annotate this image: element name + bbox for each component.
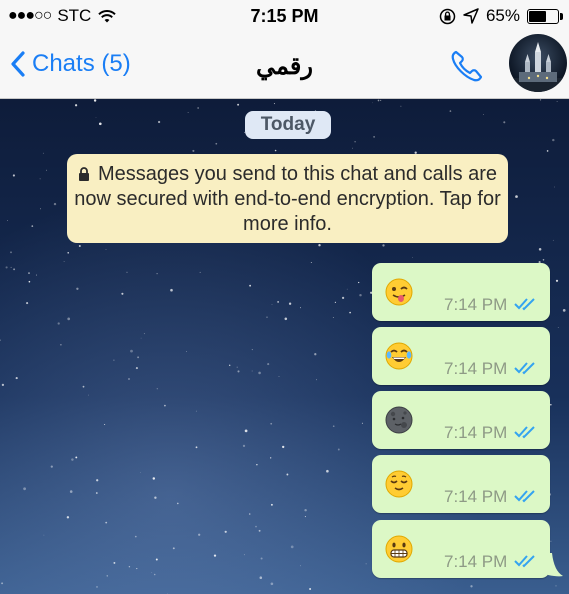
location-arrow-icon [463,8,479,24]
winking-face-tongue-emoji [385,278,413,306]
date-divider: Today [245,111,331,139]
encryption-notice[interactable]: Messages you send to this chat and calls… [67,154,508,243]
message-time: 7:14 PM [444,552,508,571]
lock-icon [78,167,89,181]
contact-avatar[interactable] [509,34,567,92]
battery-percent: 65% [485,6,520,25]
back-button-label: Chats (5) [32,50,131,77]
chat-header: Chats (5) رقمي [0,34,569,99]
read-receipt-icon [514,490,535,503]
message-time: 7:14 PM [444,423,508,442]
back-button[interactable]: Chats (5) [10,50,131,78]
message-bubble[interactable]: 7:14 PM [372,455,550,513]
relieved-face-emoji [385,470,413,498]
status-bar: ●●●○○ STC 7:15 PM 65% [0,0,569,34]
read-receipt-icon [514,362,535,375]
message-bubble[interactable]: 7:14 PM [372,263,550,321]
encryption-notice-text: Messages you send to this chat and calls… [74,163,501,235]
message-bubble[interactable]: 7:14 PM [372,520,550,578]
message-bubble[interactable]: 7:14 PM [372,391,550,449]
avatar-image [509,42,567,92]
new-moon-face-emoji [385,406,413,434]
read-receipt-icon [514,426,535,439]
message-time: 7:14 PM [444,487,508,506]
message-bubble[interactable]: 7:14 PM [372,327,550,385]
chevron-left-icon [11,51,25,77]
grinning-face-emoji [385,535,413,563]
message-time: 7:14 PM [444,359,508,378]
status-right: 65% [439,6,563,26]
orientation-lock-icon [439,8,456,24]
read-receipt-icon [514,555,535,568]
battery-icon [527,8,563,24]
message-time: 7:14 PM [444,295,508,314]
face-tears-of-joy-emoji [385,342,413,370]
phone-icon [451,50,483,82]
voice-call-button[interactable] [447,46,487,91]
chat-area[interactable]: Today Messages you send to this chat and… [0,99,569,594]
bubble-tail [548,553,563,577]
read-receipt-icon [514,298,535,311]
